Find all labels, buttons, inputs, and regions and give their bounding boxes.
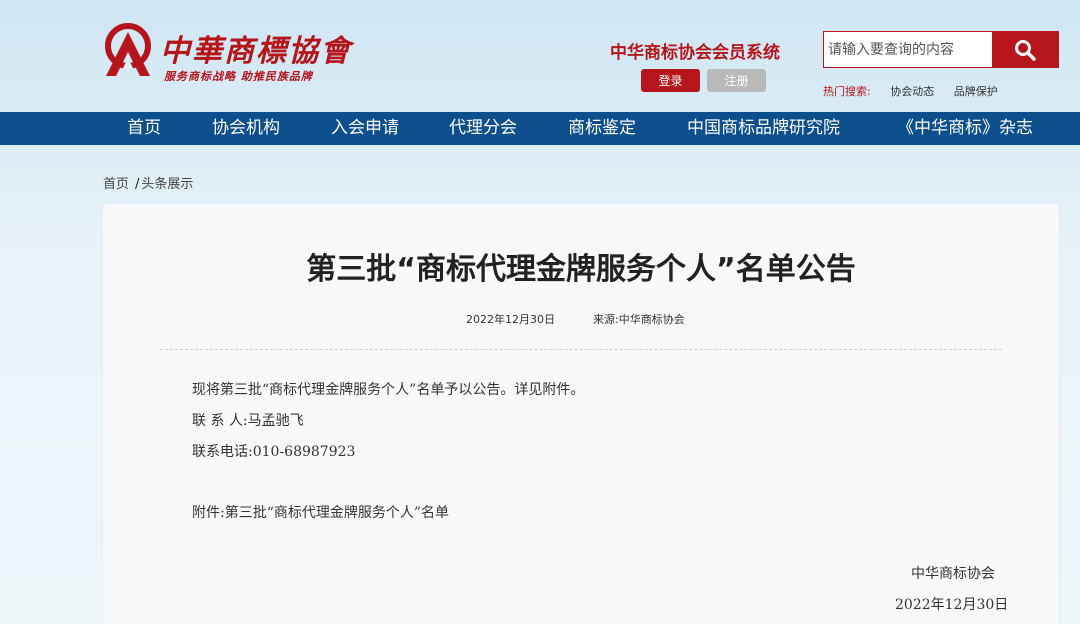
site-header: 中華商標協會 服务商标战略 助推民族品牌 中华商标协会会员系统 登录 注册 热门… (0, 0, 1080, 112)
title-divider (160, 349, 1002, 350)
article-contact-phone: 联系电话:010-68987923 (192, 444, 356, 460)
hot-link-brand-protection[interactable]: 品牌保护 (954, 85, 998, 98)
breadcrumb-separator: / (135, 177, 140, 192)
breadcrumb-current[interactable]: 头条展示 (141, 177, 193, 192)
register-button[interactable]: 注册 (707, 69, 766, 92)
search-icon (1015, 39, 1036, 61)
nav-item-home[interactable]: 首页 (127, 112, 161, 145)
article-date: 2022年12月30日 (466, 313, 555, 326)
nav-item-agency-branch[interactable]: 代理分会 (449, 112, 517, 145)
search-input[interactable] (824, 32, 992, 67)
logo-slogan: 服务商标战略 助推民族品牌 (164, 70, 313, 83)
hot-search-label: 热门搜索: (823, 85, 871, 98)
nav-item-magazine[interactable]: 《中华商标》杂志 (897, 112, 1033, 145)
nav-item-organization[interactable]: 协会机构 (212, 112, 280, 145)
main-nav: 首页 协会机构 入会申请 代理分会 商标鉴定 中国商标品牌研究院 《中华商标》杂… (0, 112, 1080, 145)
breadcrumb: 首页 / 头条展示 (103, 173, 193, 192)
hot-link-association-news[interactable]: 协会动态 (890, 85, 934, 98)
article-contact-person: 联 系 人:马孟驰飞 (192, 413, 304, 429)
article-attachment-link[interactable]: 附件:第三批“商标代理金牌服务个人”名单 (192, 502, 449, 522)
search-button[interactable] (992, 32, 1058, 67)
logo-emblem-icon (105, 23, 151, 76)
site-logo[interactable]: 中華商標協會 服务商标战略 助推民族品牌 (100, 20, 370, 90)
nav-item-trademark-appraisal[interactable]: 商标鉴定 (568, 112, 636, 145)
article-paragraph: 现将第三批“商标代理金牌服务个人”名单予以公告。详见附件。 (192, 382, 585, 398)
article-title: 第三批“商标代理金牌服务个人”名单公告 (306, 252, 856, 287)
nav-item-brand-institute[interactable]: 中国商标品牌研究院 (687, 112, 840, 145)
signature-org: 中华商标协会 (911, 566, 995, 582)
article-source: 来源:中华商标协会 (593, 313, 685, 326)
logo-title: 中華商標協會 (160, 34, 352, 69)
nav-item-membership[interactable]: 入会申请 (331, 112, 399, 145)
search-box (823, 31, 1059, 68)
hot-search: 热门搜索: 协会动态 品牌保护 (823, 83, 998, 99)
signature-date: 2022年12月30日 (895, 597, 1009, 613)
login-button[interactable]: 登录 (641, 69, 700, 92)
member-system-title[interactable]: 中华商标协会会员系统 (610, 38, 780, 63)
breadcrumb-home[interactable]: 首页 (103, 177, 129, 192)
